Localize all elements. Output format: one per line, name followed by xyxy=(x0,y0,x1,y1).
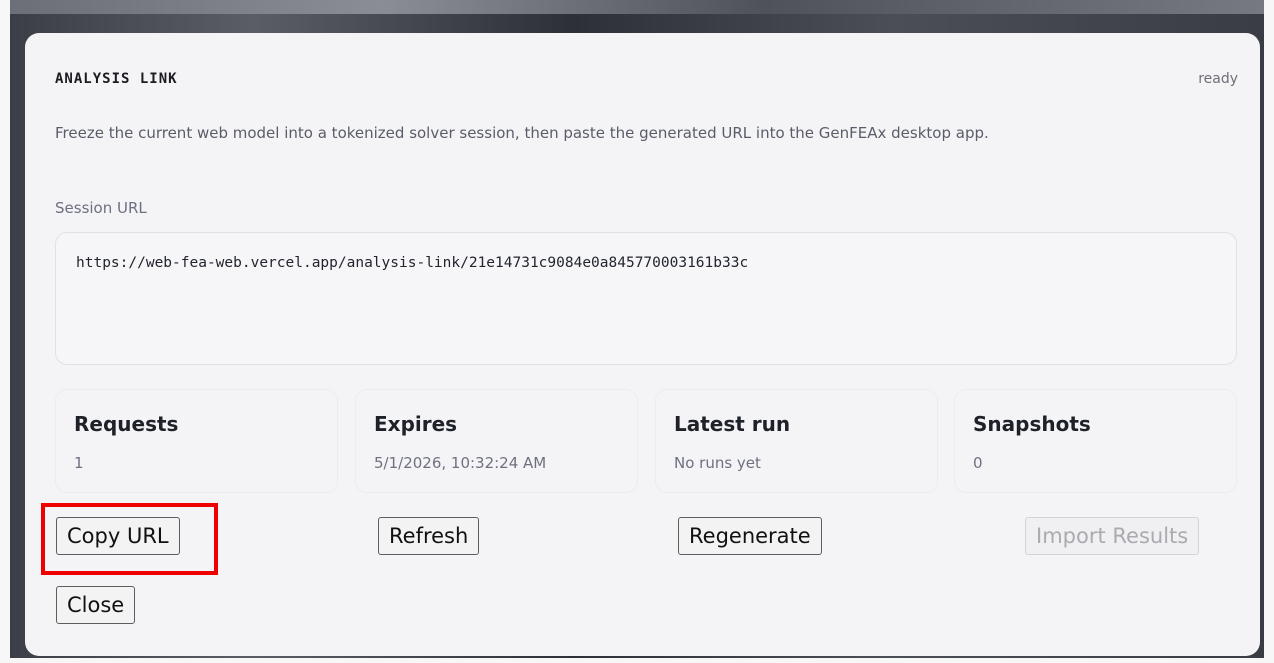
copy-url-highlight-box xyxy=(41,503,218,575)
stat-card-latest-run: Latest run No runs yet xyxy=(655,389,938,493)
stat-label-expires: Expires xyxy=(374,412,458,436)
dialog-description: Freeze the current web model into a toke… xyxy=(55,124,989,142)
dialog-title: ANALYSIS LINK xyxy=(55,71,178,87)
stat-card-snapshots: Snapshots 0 xyxy=(954,389,1237,493)
page-edge-right xyxy=(1264,0,1274,663)
stat-value-expires: 5/1/2026, 10:32:24 AM xyxy=(374,454,547,472)
page-edge-bottom xyxy=(0,658,1274,663)
stat-value-requests: 1 xyxy=(74,454,84,472)
close-button[interactable]: Close xyxy=(56,586,136,624)
stat-label-snapshots: Snapshots xyxy=(973,412,1091,436)
stat-label-requests: Requests xyxy=(74,412,179,436)
stat-value-latest-run: No runs yet xyxy=(674,454,761,472)
regenerate-button[interactable]: Regenerate xyxy=(678,517,822,555)
page-edge-left xyxy=(0,0,10,663)
refresh-button[interactable]: Refresh xyxy=(378,517,480,555)
status-text: ready xyxy=(1198,71,1238,87)
session-url-label: Session URL xyxy=(55,199,147,217)
backdrop xyxy=(0,0,1274,14)
session-url-value[interactable]: https://web-fea-web.vercel.app/analysis-… xyxy=(76,255,748,271)
stat-card-requests: Requests 1 xyxy=(55,389,338,493)
stat-card-expires: Expires 5/1/2026, 10:32:24 AM xyxy=(355,389,638,493)
stat-label-latest-run: Latest run xyxy=(674,412,791,436)
session-url-field[interactable]: https://web-fea-web.vercel.app/analysis-… xyxy=(55,232,1237,365)
stat-value-snapshots: 0 xyxy=(973,454,983,472)
import-results-button[interactable]: Import Results xyxy=(1025,517,1200,555)
